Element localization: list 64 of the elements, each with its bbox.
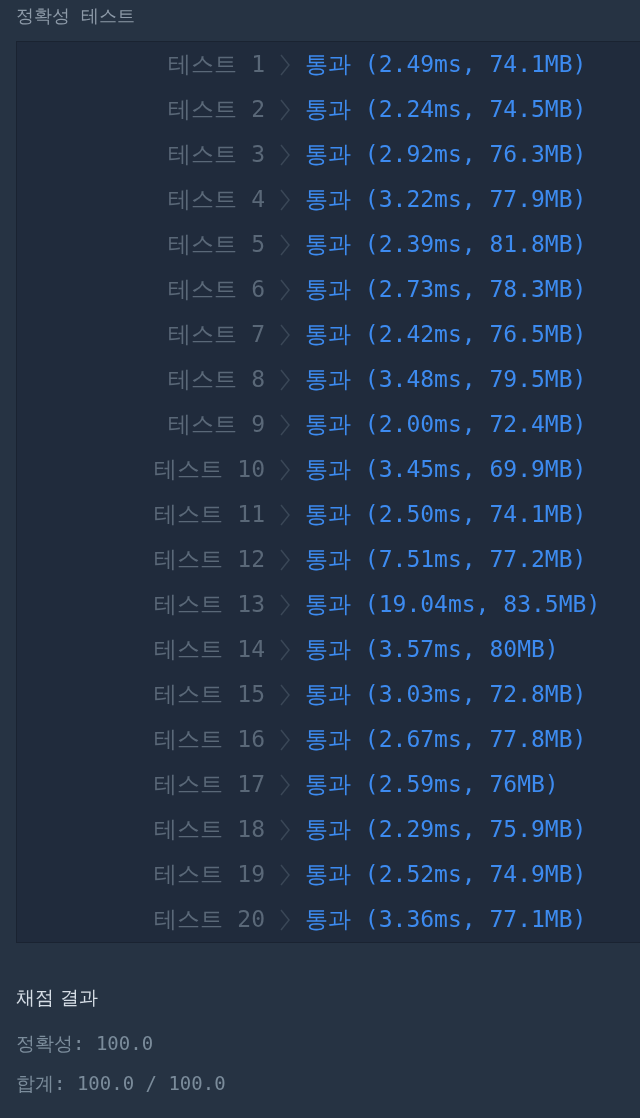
chevron-icon <box>280 458 290 481</box>
chevron-icon <box>280 503 290 526</box>
chevron-icon <box>280 638 290 661</box>
test-label: 테스트 11 <box>154 500 265 529</box>
test-result: 통과 (2.42ms, 76.5MB) <box>305 320 588 349</box>
test-result: 통과 (3.22ms, 77.9MB) <box>305 185 588 214</box>
test-result: 통과 (2.49ms, 74.1MB) <box>305 50 588 79</box>
test-label: 테스트 9 <box>168 410 265 439</box>
test-label: 테스트 6 <box>168 275 265 304</box>
test-result: 통과 (2.39ms, 81.8MB) <box>305 230 588 259</box>
test-label: 테스트 14 <box>154 635 265 664</box>
test-label: 테스트 4 <box>168 185 265 214</box>
test-label: 테스트 7 <box>168 320 265 349</box>
test-result: 통과 (2.92ms, 76.3MB) <box>305 140 588 169</box>
chevron-icon <box>280 728 290 751</box>
test-result: 통과 (19.04ms, 83.5MB) <box>305 590 602 619</box>
score-line: 정확성: 100.0 <box>16 1031 155 1056</box>
test-result: 통과 (2.29ms, 75.9MB) <box>305 815 588 844</box>
test-result: 통과 (2.24ms, 74.5MB) <box>305 95 588 124</box>
test-result: 통과 (2.50ms, 74.1MB) <box>305 500 588 529</box>
test-label: 테스트 15 <box>154 680 265 709</box>
test-result: 통과 (3.48ms, 79.5MB) <box>305 365 588 394</box>
test-result: 통과 (2.59ms, 76MB) <box>305 770 560 799</box>
chevron-icon <box>280 98 290 121</box>
test-result: 통과 (2.73ms, 78.3MB) <box>305 275 588 304</box>
chevron-icon <box>280 278 290 301</box>
chevron-icon <box>280 413 290 436</box>
test-result: 통과 (7.51ms, 77.2MB) <box>305 545 588 574</box>
test-label: 테스트 5 <box>168 230 265 259</box>
grading-title: 채점 결과 <box>16 985 100 1010</box>
chevron-icon <box>280 233 290 256</box>
chevron-icon <box>280 143 290 166</box>
test-label: 테스트 10 <box>154 455 265 484</box>
test-result: 통과 (2.00ms, 72.4MB) <box>305 410 588 439</box>
chevron-icon <box>280 863 290 886</box>
chevron-icon <box>280 908 290 931</box>
test-label: 테스트 12 <box>154 545 265 574</box>
test-result: 통과 (2.67ms, 77.8MB) <box>305 725 588 754</box>
chevron-icon <box>280 323 290 346</box>
chevron-icon <box>280 683 290 706</box>
test-label: 테스트 1 <box>168 50 265 79</box>
chevron-icon <box>280 53 290 76</box>
test-result: 통과 (3.36ms, 77.1MB) <box>305 905 588 934</box>
test-label: 테스트 20 <box>154 905 265 934</box>
test-label: 테스트 3 <box>168 140 265 169</box>
test-result: 통과 (3.57ms, 80MB) <box>305 635 560 664</box>
chevron-icon <box>280 818 290 841</box>
section-title: 정확성 테스트 <box>15 4 137 28</box>
test-result: 통과 (2.52ms, 74.9MB) <box>305 860 588 889</box>
test-label: 테스트 17 <box>154 770 265 799</box>
chevron-icon <box>280 773 290 796</box>
test-label: 테스트 2 <box>168 95 265 124</box>
test-label: 테스트 18 <box>154 815 265 844</box>
chevron-icon <box>280 188 290 211</box>
score-line: 합계: 100.0 / 100.0 <box>16 1071 227 1096</box>
chevron-icon <box>280 368 290 391</box>
chevron-icon <box>280 593 290 616</box>
test-label: 테스트 16 <box>154 725 265 754</box>
test-result: 통과 (3.45ms, 69.9MB) <box>305 455 588 484</box>
test-label: 테스트 19 <box>154 860 265 889</box>
chevron-icon <box>280 548 290 571</box>
test-result: 통과 (3.03ms, 72.8MB) <box>305 680 588 709</box>
test-label: 테스트 8 <box>168 365 265 394</box>
test-label: 테스트 13 <box>154 590 265 619</box>
